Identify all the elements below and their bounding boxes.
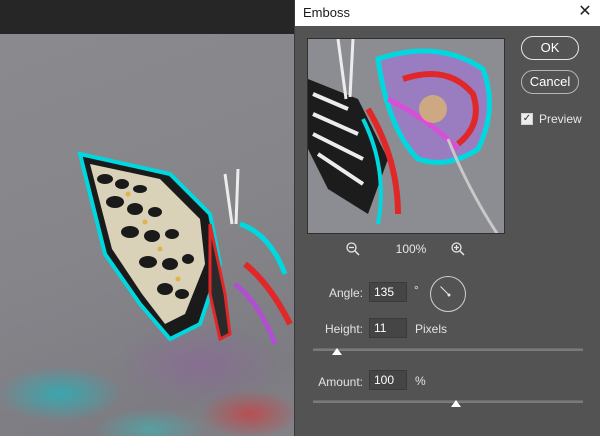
dialog-title: Emboss [303, 5, 350, 20]
close-icon[interactable]: ✕ [575, 2, 595, 22]
zoom-level: 100% [395, 242, 427, 256]
height-unit: Pixels [415, 322, 448, 336]
preview-image [308, 39, 504, 233]
angle-field[interactable]: 135 [369, 282, 407, 302]
emboss-dialog: Emboss ✕ OK Cancel ✓ Preview 100% Angle:… [294, 0, 600, 436]
filter-preview[interactable] [307, 38, 505, 234]
amount-slider[interactable] [313, 396, 583, 410]
amount-field[interactable]: 100 [369, 370, 407, 390]
height-field[interactable]: 11 [369, 318, 407, 338]
amount-slider-track[interactable] [313, 400, 583, 403]
amount-slider-thumb[interactable] [451, 400, 462, 407]
preview-toggle[interactable]: ✓ Preview [521, 112, 582, 126]
preview-label: Preview [539, 112, 582, 126]
height-slider-thumb[interactable] [332, 348, 343, 355]
angle-unit: ° [414, 283, 419, 297]
amount-label: Amount: [318, 375, 363, 389]
height-slider[interactable] [313, 344, 583, 358]
angle-dial[interactable] [430, 276, 466, 312]
angle-indicator-icon [440, 286, 451, 297]
zoom-in-icon[interactable] [450, 241, 466, 257]
dialog-titlebar[interactable]: Emboss ✕ [295, 0, 600, 26]
preview-checkbox[interactable]: ✓ [521, 113, 533, 125]
zoom-bar: 100% [307, 240, 505, 260]
zoom-out-icon[interactable] [345, 241, 361, 257]
amount-unit: % [415, 374, 426, 388]
angle-label: Angle: [328, 286, 363, 300]
cancel-button[interactable]: Cancel [521, 70, 579, 94]
height-label: Height: [324, 322, 363, 336]
height-slider-track[interactable] [313, 348, 583, 351]
ok-button[interactable]: OK [521, 36, 579, 60]
photoshop-window: Emboss ✕ OK Cancel ✓ Preview 100% Angle:… [0, 0, 600, 436]
butterfly-image [77, 151, 293, 345]
